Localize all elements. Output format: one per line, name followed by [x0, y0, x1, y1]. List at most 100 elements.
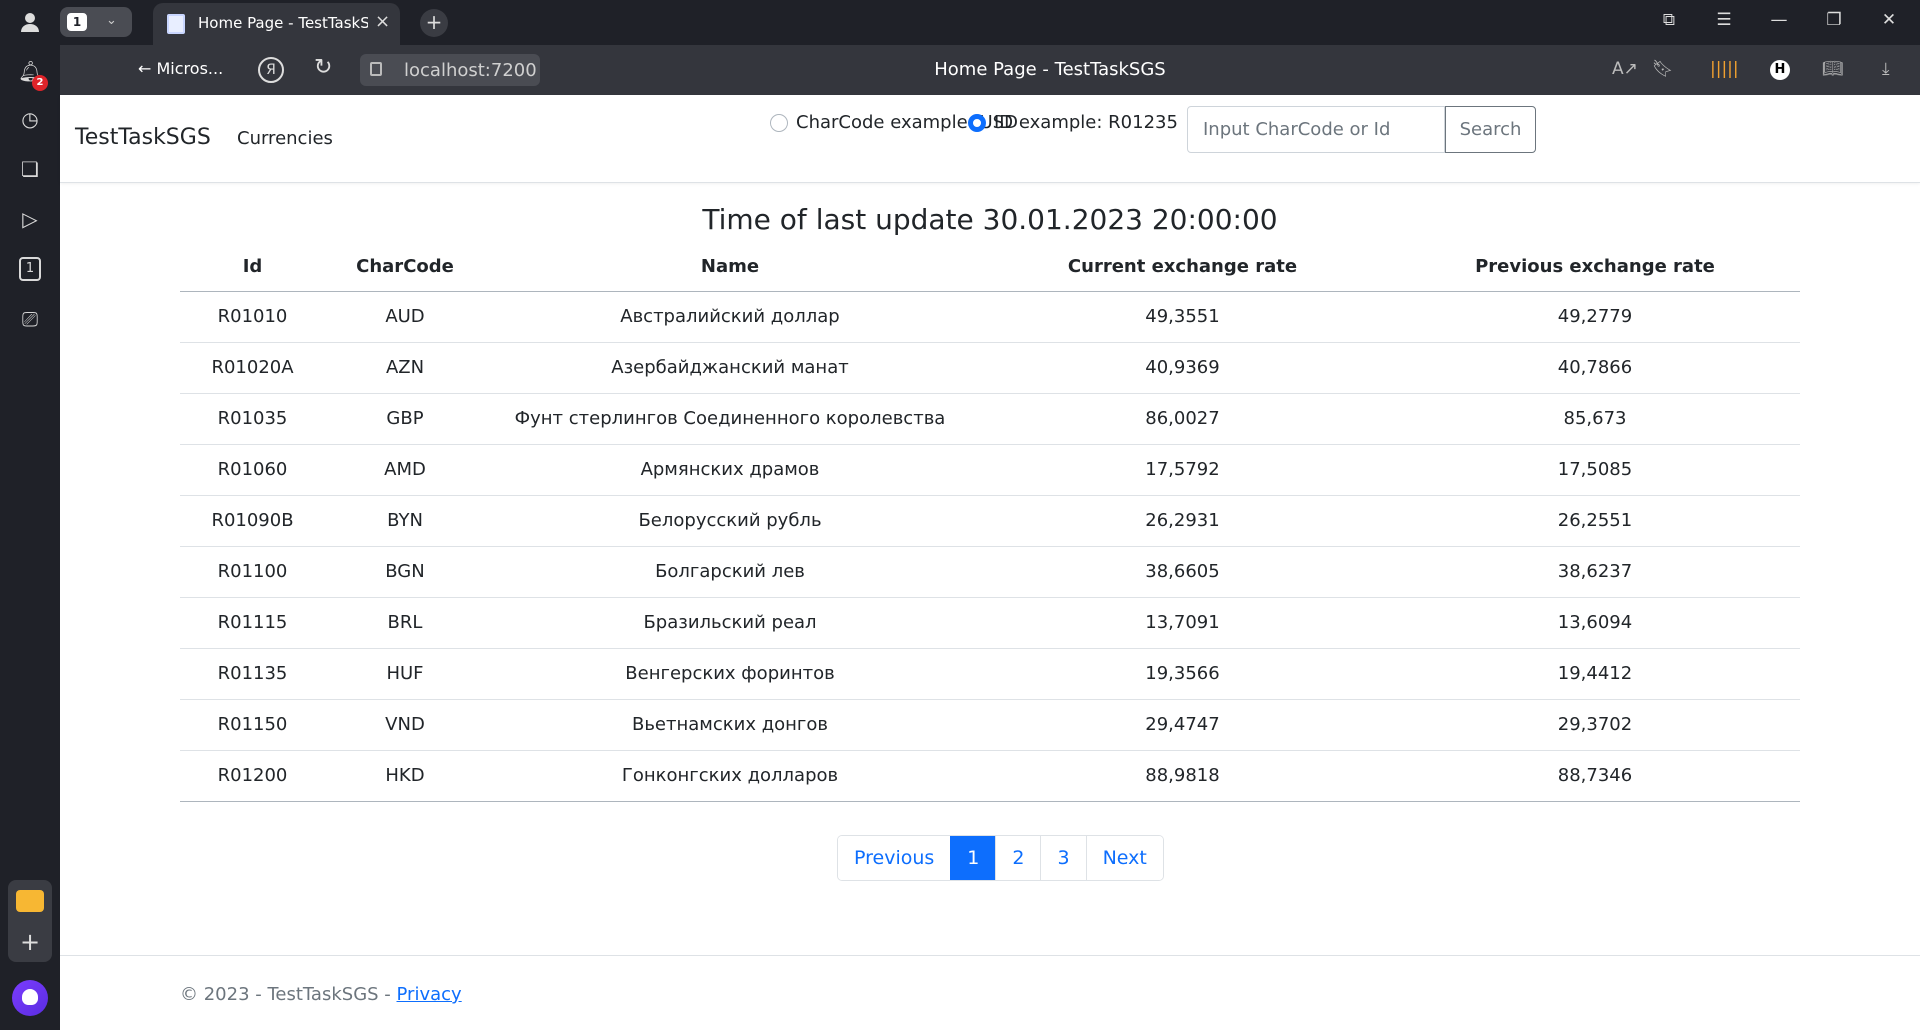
- browser-sidebar: 🔔︎ 2 ◷ ❏ ▷ 1 ⎚ + •••: [0, 45, 60, 1030]
- web-page: TestTaskSGS Currencies CharCode example:…: [60, 95, 1920, 1030]
- table-row: R01035 GBP Фунт стерлингов Соединенного ко…: [180, 393, 1800, 445]
- mail-button[interactable]: [8, 880, 52, 924]
- reader-icon[interactable]: 📖︎: [1822, 59, 1844, 79]
- play-icon[interactable]: ▷: [18, 207, 42, 231]
- download-icon[interactable]: ⤓: [1882, 59, 1890, 79]
- arrow-left-icon: ←: [138, 59, 152, 78]
- cell-name: Болгарский лев: [485, 546, 975, 598]
- profile-icon[interactable]: [18, 10, 42, 34]
- cell-previous-rate: 17,5085: [1390, 444, 1800, 496]
- cell-previous-rate: 38,6237: [1390, 546, 1800, 598]
- cell-name: Венгерских форинтов: [485, 648, 975, 700]
- cell-id: R01035: [180, 393, 325, 445]
- pagination-page-1[interactable]: 1: [950, 836, 996, 880]
- radio-id-label: ID example: R01235: [994, 112, 1178, 133]
- tab-counter-button[interactable]: 1 ⌄: [60, 7, 132, 37]
- radio-button[interactable]: [770, 113, 788, 132]
- cell-previous-rate: 19,4412: [1390, 648, 1800, 700]
- cell-charcode: BRL: [325, 597, 485, 649]
- pagination-next[interactable]: Next: [1085, 836, 1163, 880]
- screenshot-icon[interactable]: ⎚: [18, 307, 42, 331]
- addressbar-page-title: Home Page - TestTaskSGS: [934, 59, 1166, 80]
- cell-id: R01090B: [180, 495, 325, 547]
- cell-name: Армянских драмов: [485, 444, 975, 496]
- yandex-icon[interactable]: Я: [258, 57, 284, 83]
- site-brand[interactable]: TestTaskSGS: [75, 125, 211, 150]
- column-header-charcode: CharCode: [325, 243, 485, 292]
- menu-icon[interactable]: ☰: [1712, 10, 1736, 30]
- cell-name: Азербайджанский манат: [485, 342, 975, 394]
- cell-id: R01010: [180, 291, 325, 343]
- cell-previous-rate: 85,673: [1390, 393, 1800, 445]
- cell-name: Австралийский доллар: [485, 291, 975, 343]
- extension-h-icon[interactable]: H: [1770, 60, 1790, 80]
- cell-charcode: VND: [325, 699, 485, 751]
- cell-charcode: HKD: [325, 750, 485, 802]
- cell-previous-rate: 88,7346: [1390, 750, 1800, 802]
- cell-charcode: BYN: [325, 495, 485, 547]
- cell-id: R01100: [180, 546, 325, 598]
- tab-count: 1: [67, 13, 87, 31]
- cell-charcode: AUD: [325, 291, 485, 343]
- cell-current-rate: 49,3551: [975, 291, 1390, 343]
- browser-titlebar: 1 ⌄ Home Page - TestTaskSGS × + ⧉ ☰ — ❐ …: [0, 0, 1920, 45]
- site-navbar: TestTaskSGS Currencies CharCode example:…: [60, 95, 1920, 183]
- translate-icon[interactable]: A↗: [1612, 59, 1638, 79]
- cell-id: R01060: [180, 444, 325, 496]
- cell-current-rate: 88,9818: [975, 750, 1390, 802]
- radio-id[interactable]: ID example: R01235: [968, 112, 1178, 133]
- add-panel-button[interactable]: +: [8, 924, 52, 962]
- update-title: Time of last update 30.01.2023 20:00:00: [702, 203, 1278, 236]
- pagination-previous[interactable]: Previous: [838, 836, 951, 880]
- close-window-icon[interactable]: ✕: [1877, 10, 1901, 30]
- cell-charcode: HUF: [325, 648, 485, 700]
- cell-id: R01150: [180, 699, 325, 751]
- restore-icon[interactable]: ❐: [1822, 10, 1846, 30]
- cell-current-rate: 40,9369: [975, 342, 1390, 394]
- cell-id: R01200: [180, 750, 325, 802]
- radio-button-checked[interactable]: [968, 113, 986, 132]
- table-row: R01115 BRL Бразильский реал 13,7091 13,6094: [180, 597, 1800, 649]
- nav-link-currencies[interactable]: Currencies: [237, 128, 333, 149]
- cell-previous-rate: 13,6094: [1390, 597, 1800, 649]
- search-button[interactable]: Search: [1445, 106, 1536, 153]
- cell-current-rate: 19,3566: [975, 648, 1390, 700]
- new-tab-button[interactable]: +: [420, 9, 448, 37]
- site-footer: © 2023 - TestTaskSGS - Privacy: [60, 955, 1920, 1030]
- column-header-current-rate: Current exchange rate: [975, 243, 1390, 292]
- collections-sidebar-icon[interactable]: ❏: [18, 157, 42, 181]
- cell-id: R01115: [180, 597, 325, 649]
- table-row: R01010 AUD Австралийский доллар 49,3551 49,2…: [180, 291, 1800, 343]
- table-row: R01090B BYN Белорусский рубль 26,2931 26,255…: [180, 495, 1800, 547]
- privacy-link[interactable]: Privacy: [397, 984, 462, 1005]
- collections-icon[interactable]: ⧉: [1657, 10, 1681, 30]
- close-tab-icon[interactable]: ×: [375, 11, 390, 32]
- cell-name: Бразильский реал: [485, 597, 975, 649]
- chevron-down-icon: ⌄: [106, 13, 117, 28]
- bookmark-icon[interactable]: 🔖︎: [1652, 59, 1674, 79]
- url-field[interactable]: localhost:7200: [360, 54, 540, 86]
- cell-current-rate: 38,6605: [975, 546, 1390, 598]
- browser-tab-active[interactable]: Home Page - TestTaskSGS ×: [153, 3, 400, 45]
- cell-previous-rate: 26,2551: [1390, 495, 1800, 547]
- alice-assistant-icon[interactable]: [12, 980, 48, 1016]
- back-label: Micros...: [156, 59, 224, 78]
- cell-name: Белорусский рубль: [485, 495, 975, 547]
- history-icon[interactable]: ◷: [18, 107, 42, 131]
- pagination-page-3[interactable]: 3: [1040, 836, 1086, 880]
- cell-previous-rate: 40,7866: [1390, 342, 1800, 394]
- minimize-icon[interactable]: —: [1767, 10, 1791, 30]
- reload-icon[interactable]: ↻: [314, 55, 332, 80]
- notification-badge: 2: [32, 75, 48, 91]
- search-input[interactable]: [1187, 106, 1445, 153]
- tab-title: Home Page - TestTaskSGS: [198, 14, 368, 32]
- pagination: Previous 1 2 3 Next: [837, 835, 1164, 881]
- cell-charcode: BGN: [325, 546, 485, 598]
- tabs-sidebar-icon[interactable]: 1: [19, 257, 41, 281]
- audio-wave-icon[interactable]: |||||: [1710, 59, 1739, 79]
- cell-id: R01020A: [180, 342, 325, 394]
- back-button[interactable]: ← Micros...: [138, 59, 223, 78]
- pagination-page-2[interactable]: 2: [995, 836, 1041, 880]
- cell-name: Гонконгских долларов: [485, 750, 975, 802]
- table-row: R01100 BGN Болгарский лев 38,6605 38,6237: [180, 546, 1800, 598]
